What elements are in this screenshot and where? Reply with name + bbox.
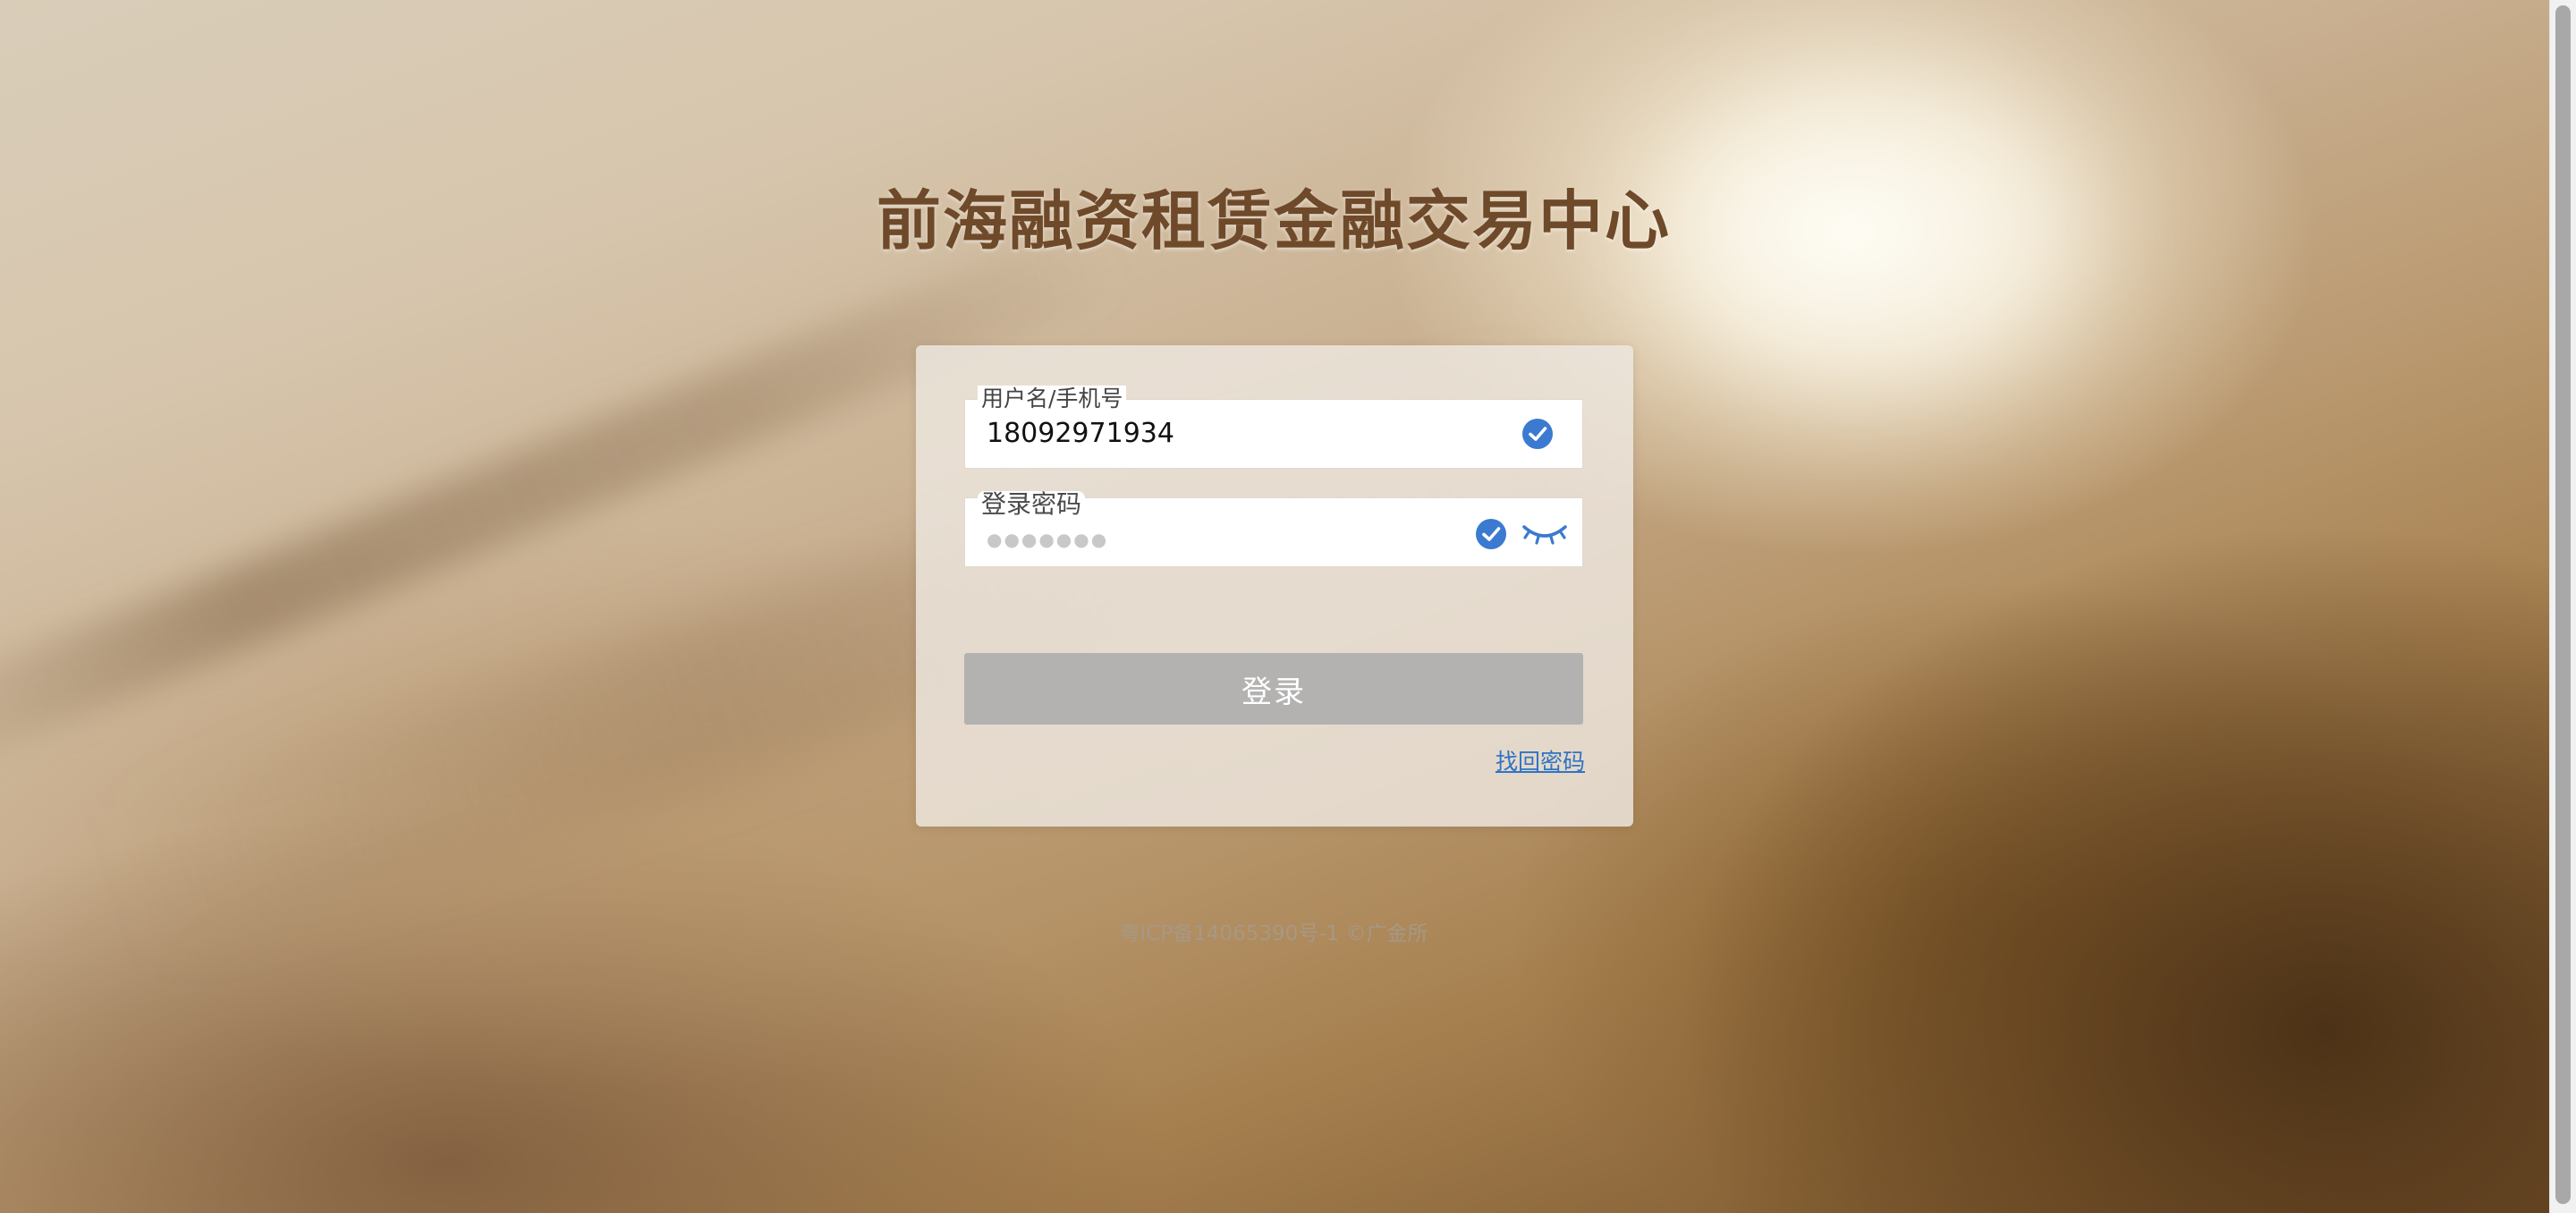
page-title: 前海融资租赁金融交易中心 bbox=[876, 183, 1671, 259]
forgot-password-link[interactable]: 找回密码 bbox=[1496, 744, 1585, 776]
password-input[interactable]: ●●●●●●● bbox=[987, 529, 1108, 550]
username-label: 用户名/手机号 bbox=[978, 386, 1127, 412]
password-field[interactable]: 登录密码 ●●●●●●● bbox=[964, 491, 1583, 567]
login-button[interactable]: 登录 bbox=[964, 653, 1583, 725]
vertical-scrollbar[interactable] bbox=[2549, 0, 2576, 1213]
username-input[interactable] bbox=[987, 418, 1487, 450]
password-label: 登录密码 bbox=[978, 491, 1086, 518]
username-field[interactable]: 用户名/手机号 bbox=[964, 386, 1583, 469]
scrollbar-thumb[interactable] bbox=[2555, 5, 2571, 1204]
login-card: 用户名/手机号 登录密码 ●●●●●●● 登录 找回密码 bbox=[916, 345, 1633, 827]
eye-closed-icon[interactable] bbox=[1521, 518, 1568, 548]
check-circle-icon bbox=[1522, 419, 1553, 449]
footer-icp: 粤ICP备14065390号-1 ©广金所 bbox=[1119, 922, 1428, 946]
login-page: 前海融资租赁金融交易中心 用户名/手机号 登录密码 ●●●●●●● bbox=[0, 0, 2576, 1213]
check-circle-icon bbox=[1476, 519, 1506, 549]
